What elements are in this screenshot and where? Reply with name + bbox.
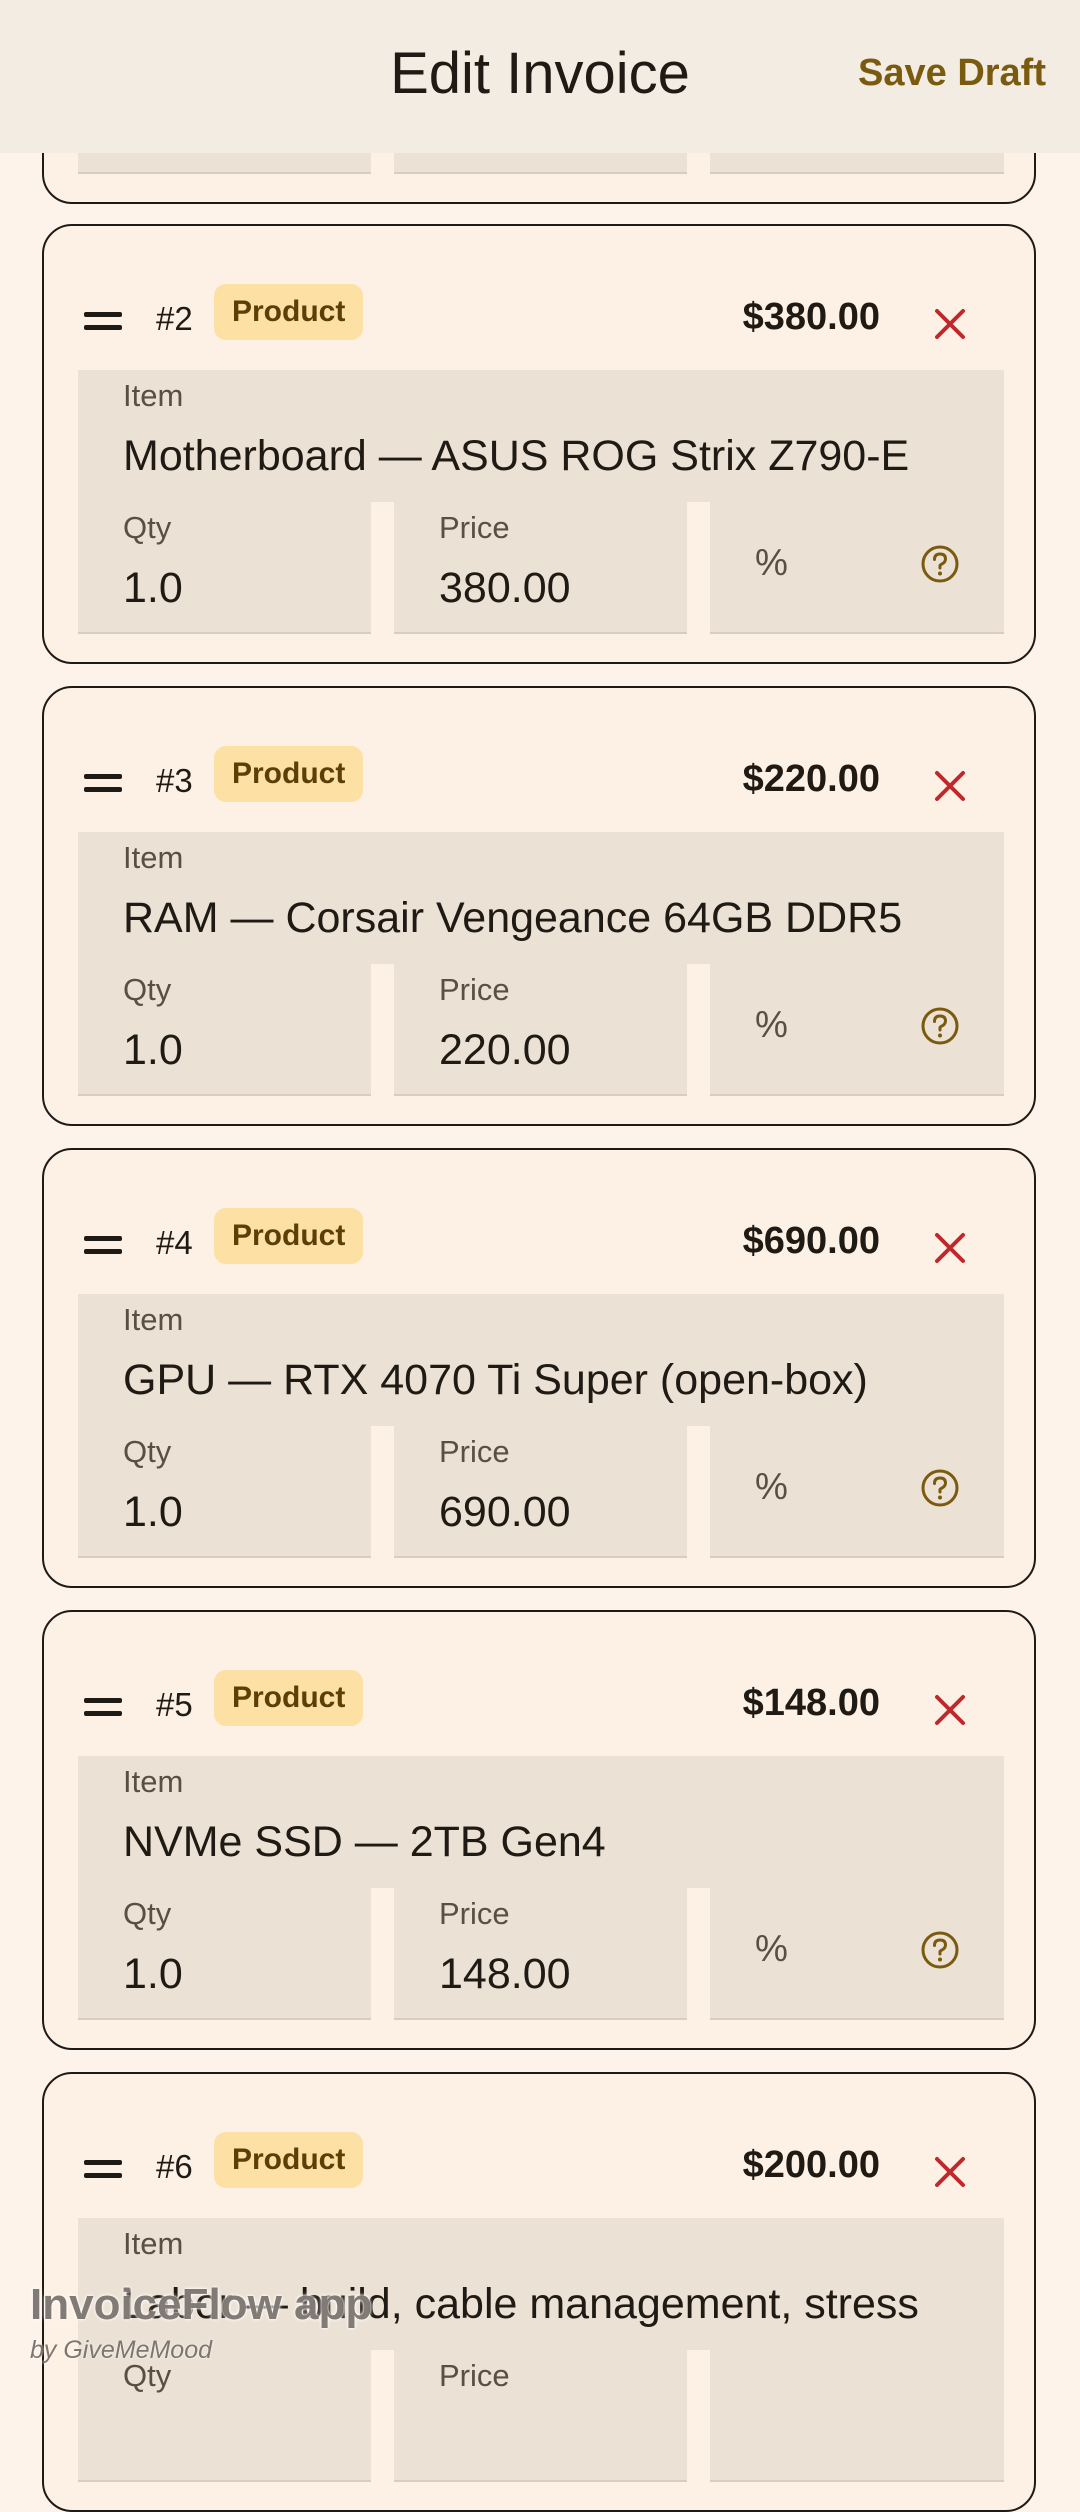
price-field[interactable]: Price 690.00 bbox=[394, 1426, 687, 1558]
qty-label: Qty bbox=[123, 510, 172, 545]
close-icon[interactable] bbox=[932, 1692, 968, 1728]
discount-field[interactable]: % bbox=[710, 1426, 1004, 1558]
item-label: Item bbox=[123, 840, 184, 875]
discount-field[interactable]: % bbox=[710, 1888, 1004, 2020]
line-amount: $220.00 bbox=[742, 758, 880, 800]
type-badge: Product bbox=[214, 746, 364, 802]
line-number: #6 bbox=[156, 2148, 193, 2185]
item-field[interactable]: Item Motherboard — ASUS ROG Strix Z790-E bbox=[78, 370, 1004, 502]
price-value: 148.00 bbox=[439, 1950, 571, 1998]
price-field[interactable]: Price 380.00 bbox=[394, 502, 687, 634]
price-value: 220.00 bbox=[439, 1026, 571, 1074]
qty-label: Qty bbox=[123, 1896, 172, 1931]
price-value: 380.00 bbox=[439, 564, 571, 612]
percent-label: % bbox=[755, 1928, 788, 1969]
price-label: Price bbox=[439, 2358, 510, 2393]
qty-field[interactable]: Qty 1.0 bbox=[78, 964, 371, 1096]
drag-handle-icon[interactable] bbox=[84, 2160, 122, 2180]
price-label: Price bbox=[439, 972, 510, 1007]
item-field[interactable]: Item RAM — Corsair Vengeance 64GB DDR5 bbox=[78, 832, 1004, 964]
line-item-card: #4 Product $690.00 Item GPU — RTX 4070 T… bbox=[42, 1148, 1036, 1588]
price-field[interactable]: Price bbox=[394, 2350, 687, 2482]
qty-field[interactable]: Qty bbox=[78, 2350, 371, 2482]
drag-handle-icon[interactable] bbox=[84, 312, 122, 332]
item-label: Item bbox=[123, 378, 184, 413]
percent-label: % bbox=[755, 542, 788, 583]
item-value: Labor — build, cable management, stress bbox=[123, 2280, 919, 2328]
qty-label: Qty bbox=[123, 2358, 172, 2393]
item-label: Item bbox=[123, 1302, 184, 1337]
save-draft-button[interactable]: Save Draft bbox=[858, 52, 1046, 95]
price-value: 690.00 bbox=[439, 1488, 571, 1536]
close-icon[interactable] bbox=[932, 768, 968, 804]
percent-label: % bbox=[755, 1466, 788, 1507]
price-label: Price bbox=[439, 510, 510, 545]
line-item-card: #3 Product $220.00 Item RAM — Corsair Ve… bbox=[42, 686, 1036, 1126]
item-label: Item bbox=[123, 1764, 184, 1799]
item-label: Item bbox=[123, 2226, 184, 2261]
item-field[interactable]: Item NVMe SSD — 2TB Gen4 bbox=[78, 1756, 1004, 1888]
line-item-card: #6 Product $200.00 Item Labor — build, c… bbox=[42, 2072, 1036, 2512]
price-label: Price bbox=[439, 1896, 510, 1931]
drag-handle-icon[interactable] bbox=[84, 774, 122, 794]
drag-handle-icon[interactable] bbox=[84, 1236, 122, 1256]
help-circle-icon[interactable] bbox=[920, 1930, 960, 1970]
drag-handle-icon[interactable] bbox=[84, 1698, 122, 1718]
line-number: #2 bbox=[156, 300, 193, 337]
discount-field[interactable] bbox=[710, 2350, 1004, 2482]
qty-label: Qty bbox=[123, 1434, 172, 1469]
close-icon[interactable] bbox=[932, 2154, 968, 2190]
percent-label: % bbox=[755, 1004, 788, 1045]
help-circle-icon[interactable] bbox=[920, 1006, 960, 1046]
item-value: RAM — Corsair Vengeance 64GB DDR5 bbox=[123, 894, 903, 942]
app-header: Edit Invoice Save Draft bbox=[0, 0, 1080, 153]
line-amount: $690.00 bbox=[742, 1220, 880, 1262]
discount-field[interactable]: % bbox=[710, 964, 1004, 1096]
item-value: Motherboard — ASUS ROG Strix Z790-E bbox=[123, 432, 910, 480]
qty-value: 1.0 bbox=[123, 1026, 183, 1074]
line-amount: $380.00 bbox=[742, 296, 880, 338]
type-badge: Product bbox=[214, 2132, 364, 2188]
item-value: NVMe SSD — 2TB Gen4 bbox=[123, 1818, 606, 1866]
close-icon[interactable] bbox=[932, 1230, 968, 1266]
line-number: #4 bbox=[156, 1224, 193, 1261]
price-field[interactable]: Price 148.00 bbox=[394, 1888, 687, 2020]
line-item-card: #2 Product $380.00 Item Motherboard — AS… bbox=[42, 224, 1036, 664]
qty-field[interactable]: Qty 1.0 bbox=[78, 1426, 371, 1558]
item-field[interactable]: Item Labor — build, cable management, st… bbox=[78, 2218, 1004, 2350]
qty-label: Qty bbox=[123, 972, 172, 1007]
item-field[interactable]: Item GPU — RTX 4070 Ti Super (open-box) bbox=[78, 1294, 1004, 1426]
type-badge: Product bbox=[214, 1670, 364, 1726]
close-icon[interactable] bbox=[932, 306, 968, 342]
line-amount: $200.00 bbox=[742, 2144, 880, 2186]
help-circle-icon[interactable] bbox=[920, 1468, 960, 1508]
help-circle-icon[interactable] bbox=[920, 544, 960, 584]
discount-field[interactable]: % bbox=[710, 502, 1004, 634]
line-number: #5 bbox=[156, 1686, 193, 1723]
line-amount: $148.00 bbox=[742, 1682, 880, 1724]
qty-value: 1.0 bbox=[123, 1488, 183, 1536]
line-number: #3 bbox=[156, 762, 193, 799]
price-label: Price bbox=[439, 1434, 510, 1469]
price-field[interactable]: Price 220.00 bbox=[394, 964, 687, 1096]
qty-field[interactable]: Qty 1.0 bbox=[78, 502, 371, 634]
qty-value: 1.0 bbox=[123, 564, 183, 612]
line-item-card: #5 Product $148.00 Item NVMe SSD — 2TB G… bbox=[42, 1610, 1036, 2050]
item-value: GPU — RTX 4070 Ti Super (open-box) bbox=[123, 1356, 868, 1404]
type-badge: Product bbox=[214, 284, 364, 340]
qty-value: 1.0 bbox=[123, 1950, 183, 1998]
qty-field[interactable]: Qty 1.0 bbox=[78, 1888, 371, 2020]
type-badge: Product bbox=[214, 1208, 364, 1264]
